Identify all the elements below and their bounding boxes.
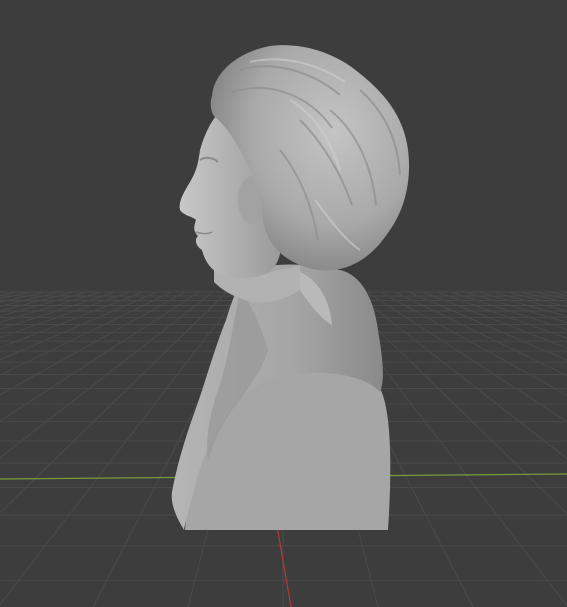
grid-line — [422, 291, 567, 349]
bust-model[interactable] — [171, 45, 410, 530]
grid-line — [548, 291, 567, 297]
grid-line — [464, 291, 567, 324]
grid-line — [0, 291, 60, 307]
grid-line — [0, 291, 116, 330]
grid-line — [450, 291, 567, 331]
grid-line — [0, 291, 144, 349]
grid-line — [0, 291, 4, 294]
grid-line — [0, 291, 32, 300]
grid-line — [0, 291, 102, 323]
grid-line — [0, 291, 214, 459]
grid-line — [380, 291, 567, 396]
grid-line — [0, 291, 172, 376]
grid-line — [506, 291, 567, 308]
grid-line — [0, 291, 18, 296]
grid-line — [0, 291, 158, 361]
grid-line — [436, 291, 567, 339]
3d-viewport[interactable] — [0, 0, 567, 607]
viewport-canvas[interactable] — [0, 0, 567, 607]
grid-line — [562, 291, 567, 294]
grid-line — [394, 291, 567, 377]
grid-line — [534, 291, 567, 300]
grid-line — [0, 291, 186, 396]
